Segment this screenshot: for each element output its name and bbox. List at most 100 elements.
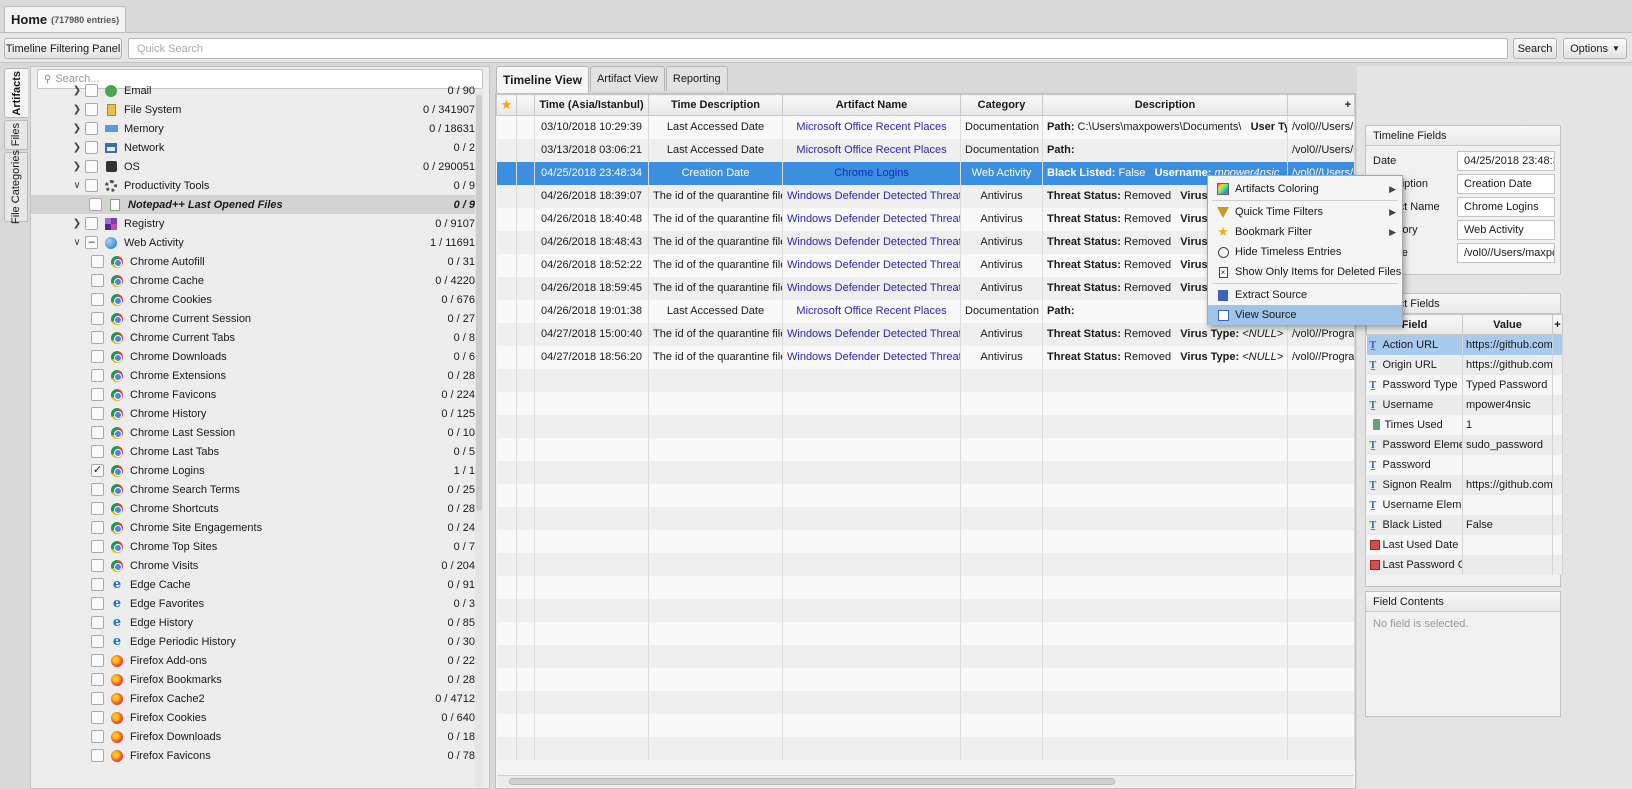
time-cell[interactable]: 04/26/2018 18:59:45: [534, 276, 649, 300]
source-cell[interactable]: /vol0//Users/m: [1287, 115, 1355, 139]
category-cell[interactable]: Antivirus: [960, 276, 1043, 300]
expander-chevron-icon[interactable]: ❯: [71, 123, 83, 134]
color-cell[interactable]: [516, 322, 535, 346]
tree-item-os[interactable]: ❯ OS 0 / 290051: [31, 157, 481, 176]
tree-item-checkbox[interactable]: [91, 654, 104, 667]
home-tab[interactable]: Home (717980 entries): [4, 6, 127, 32]
artifact-field-name-cell[interactable]: T̲ Password: [1366, 454, 1463, 475]
side-tab-file-categories[interactable]: File Categories: [4, 150, 28, 224]
tree-item-firefox-cookies[interactable]: Firefox Cookies 0 / 640: [31, 708, 481, 727]
tree-item-chrome-cookies[interactable]: Chrome Cookies 0 / 676: [31, 290, 481, 309]
bookmark-cell[interactable]: [496, 276, 517, 300]
tree-item-edge-periodic-history[interactable]: e Edge Periodic History 0 / 30: [31, 632, 481, 651]
tree-item-chrome-current-tabs[interactable]: Chrome Current Tabs 0 / 8: [31, 328, 481, 347]
time-description-cell[interactable]: Last Accessed Date: [648, 299, 783, 323]
empty-table-row[interactable]: [496, 483, 1355, 507]
bookmark-cell[interactable]: [496, 253, 517, 277]
tree-item-checkbox[interactable]: [91, 255, 104, 268]
time-description-cell[interactable]: The id of the quarantine file: [648, 207, 783, 231]
artifact-field-row[interactable]: T̲ Signon Realm https://github.com/: [1366, 474, 1563, 495]
tree-item-checkbox[interactable]: [91, 445, 104, 458]
tree-item-checkbox[interactable]: [91, 274, 104, 287]
category-cell[interactable]: Documentation: [960, 299, 1043, 323]
menu-item-hide-timeless-entries[interactable]: Hide Timeless Entries: [1208, 242, 1402, 262]
artifact-fields-column-value[interactable]: Value: [1462, 314, 1553, 335]
empty-table-row[interactable]: [496, 437, 1355, 461]
artifact-fields-add-column-button[interactable]: +: [1552, 314, 1563, 335]
artifact-field-name-cell[interactable]: T̲ Action URL: [1366, 334, 1463, 355]
tree-scrollbar-thumb[interactable]: [476, 95, 482, 511]
table-row[interactable]: 04/27/2018 18:56:20 The id of the quarant…: [496, 345, 1355, 369]
tab-timeline-view[interactable]: Timeline View: [496, 66, 589, 93]
menu-item-bookmark-filter[interactable]: ★ Bookmark Filter ▶: [1208, 222, 1402, 242]
tree-item-checkbox[interactable]: ✓: [91, 464, 104, 477]
time-description-cell[interactable]: The id of the quarantine file: [648, 276, 783, 300]
source-cell[interactable]: /vol0//Progra: [1287, 322, 1355, 346]
bookmark-cell[interactable]: [496, 299, 517, 323]
timeline-field-value[interactable]: Chrome Logins: [1457, 197, 1555, 217]
category-cell[interactable]: Antivirus: [960, 230, 1043, 254]
tree-item-checkbox[interactable]: [91, 350, 104, 363]
tree-item-checkbox[interactable]: [91, 502, 104, 515]
empty-table-row[interactable]: [496, 529, 1355, 553]
category-cell[interactable]: Antivirus: [960, 184, 1043, 208]
expander-chevron-icon[interactable]: ❯: [71, 142, 83, 153]
tree-item-checkbox[interactable]: [91, 521, 104, 534]
description-cell[interactable]: Path: C:\Users\maxpowers\Documents\ User…: [1042, 115, 1288, 139]
empty-table-row[interactable]: [496, 690, 1355, 714]
color-cell[interactable]: [516, 207, 535, 231]
tree-item-edge-cache[interactable]: e Edge Cache 0 / 91: [31, 575, 481, 594]
tree-item-chrome-search-terms[interactable]: Chrome Search Terms 0 / 25: [31, 480, 481, 499]
artifact-field-value[interactable]: sudo_password: [1462, 434, 1553, 455]
time-description-cell[interactable]: The id of the quarantine file: [648, 184, 783, 208]
artifact-field-name-cell[interactable]: Times Used: [1366, 414, 1463, 435]
source-cell[interactable]: /vol0//Users/m: [1287, 138, 1355, 162]
tree-item-chrome-autofill[interactable]: Chrome Autofill 0 / 31: [31, 252, 481, 271]
tree-item-chrome-shortcuts[interactable]: Chrome Shortcuts 0 / 28: [31, 499, 481, 518]
color-cell[interactable]: [516, 299, 535, 323]
artifact-name-cell[interactable]: Chrome Logins: [782, 161, 961, 185]
artifact-field-value[interactable]: False: [1462, 514, 1553, 535]
time-cell[interactable]: 04/26/2018 18:48:43: [534, 230, 649, 254]
bookmark-cell[interactable]: [496, 115, 517, 139]
tree-item-checkbox[interactable]: [85, 122, 98, 135]
description-cell[interactable]: Threat Status: Removed Virus Type: <NULL…: [1042, 322, 1288, 346]
artifact-field-name-cell[interactable]: T̲ Password Element: [1366, 434, 1463, 455]
artifact-field-row[interactable]: T̲ Black Listed False: [1366, 514, 1563, 535]
column-header-source[interactable]: +: [1287, 94, 1355, 116]
tree-item-checkbox[interactable]: [85, 217, 98, 230]
time-cell[interactable]: 04/26/2018 18:52:22: [534, 253, 649, 277]
artifact-field-name-cell[interactable]: Last Used Date: [1366, 534, 1463, 555]
tree-item-chrome-top-sites[interactable]: Chrome Top Sites 0 / 7: [31, 537, 481, 556]
column-header-time[interactable]: Time (Asia/Istanbul): [534, 94, 649, 116]
tree-item-checkbox[interactable]: [91, 597, 104, 610]
time-description-cell[interactable]: Last Accessed Date: [648, 115, 783, 139]
column-header-artifact-name[interactable]: Artifact Name: [782, 94, 961, 116]
tree-item-firefox-bookmarks[interactable]: Firefox Bookmarks 0 / 28: [31, 670, 481, 689]
tree-item-firefox-favicons[interactable]: Firefox Favicons 0 / 78: [31, 746, 481, 765]
tree-item-firefox-add-ons[interactable]: Firefox Add-ons 0 / 22: [31, 651, 481, 670]
timeline-field-value[interactable]: 04/25/2018 23:48:34: [1457, 151, 1555, 171]
tree-item-checkbox[interactable]: [91, 388, 104, 401]
expander-chevron-icon[interactable]: ∨: [71, 180, 83, 191]
artifact-field-row[interactable]: T̲ Password: [1366, 454, 1563, 475]
time-description-cell[interactable]: The id of the quarantine file: [648, 253, 783, 277]
color-cell[interactable]: [516, 184, 535, 208]
bookmark-cell[interactable]: [496, 184, 517, 208]
empty-table-row[interactable]: [496, 368, 1355, 392]
tree-item-firefox-downloads[interactable]: Firefox Downloads 0 / 18: [31, 727, 481, 746]
empty-table-row[interactable]: [496, 552, 1355, 576]
category-cell[interactable]: Antivirus: [960, 207, 1043, 231]
table-row[interactable]: 03/13/2018 03:06:21 Last Accessed Date Mic…: [496, 138, 1355, 162]
artifact-name-cell[interactable]: Windows Defender Detected Threats: [782, 345, 961, 369]
menu-item-artifacts-coloring[interactable]: Artifacts Coloring ▶: [1208, 179, 1402, 199]
time-cell[interactable]: 03/13/2018 03:06:21: [534, 138, 649, 162]
timeline-filtering-panel-button[interactable]: Timeline Filtering Panel: [4, 38, 122, 59]
empty-table-row[interactable]: [496, 667, 1355, 691]
time-cell[interactable]: 04/26/2018 18:39:07: [534, 184, 649, 208]
tree-item-chrome-visits[interactable]: Chrome Visits 0 / 204: [31, 556, 481, 575]
artifact-name-cell[interactable]: Windows Defender Detected Threats: [782, 207, 961, 231]
color-cell[interactable]: [516, 161, 535, 185]
artifact-name-cell[interactable]: Windows Defender Detected Threats: [782, 230, 961, 254]
tree-item-checkbox[interactable]: [91, 483, 104, 496]
